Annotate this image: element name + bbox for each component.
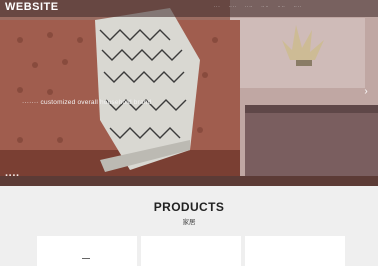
product-cards [37,236,345,266]
next-slide-arrow-icon[interactable]: › [360,86,372,98]
hero-caption: ···· [5,170,20,182]
nav-item-4[interactable]: ·· ·· [261,4,268,9]
products-title: PRODUCTS [153,200,225,214]
products-subtitle: 家居 [182,219,196,226]
nav-item-2[interactable]: ·· ·· [229,4,236,9]
nav-item-1[interactable]: ·· · [214,4,220,9]
product-card[interactable] [141,236,241,266]
nav-item-5[interactable]: ·· ·· [278,4,285,9]
product-card[interactable] [245,236,345,266]
hero-image [0,0,378,186]
hero-subtitle: ······· customized overall household bra… [22,99,152,106]
hero-banner: WEBSITE ·· · ·· ·· ·· ·· ·· ·· ·· ·· ·· … [0,0,378,186]
products-section: PRODUCTS 家居 [0,186,378,266]
product-card[interactable] [37,236,137,266]
top-navigation-bar: WEBSITE ·· · ·· ·· ·· ·· ·· ·· ·· ·· ·· … [0,0,378,17]
nav-menu: ·· · ·· ·· ·· ·· ·· ·· ·· ·· ·· ·· [214,4,301,9]
nav-item-6[interactable]: ·· ·· [294,4,301,9]
site-logo[interactable]: WEBSITE [5,1,59,13]
card-icon [82,258,90,262]
nav-item-3[interactable]: ·· ·· [245,4,252,9]
